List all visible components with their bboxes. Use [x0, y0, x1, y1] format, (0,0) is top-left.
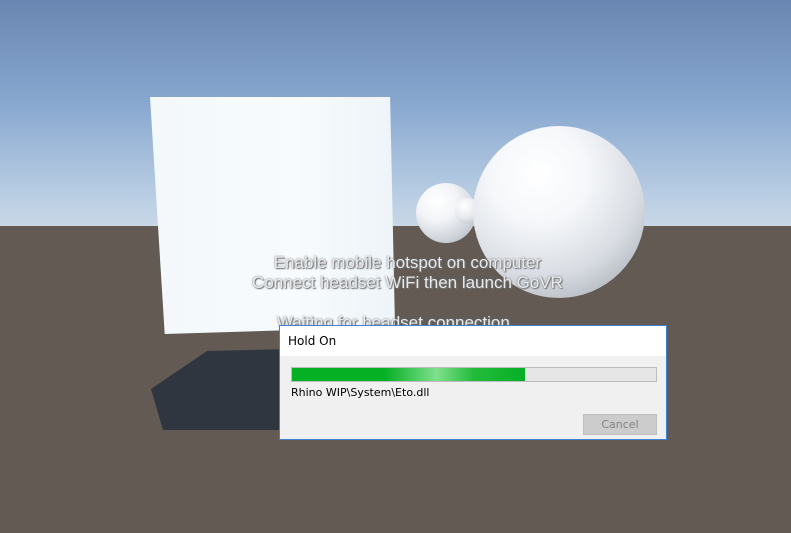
dialog-title: Hold On	[288, 334, 337, 348]
progress-bar	[291, 367, 657, 382]
instruction-connect: Connect headset WiFi then launch GoVR	[252, 273, 563, 292]
white-cube	[150, 97, 395, 334]
current-file-label: Rhino WIP\System\Eto.dll	[291, 386, 430, 399]
progress-bar-fill	[292, 368, 525, 381]
vr-scene-viewport: Enable mobile hotspot on computer Connec…	[0, 0, 791, 533]
instruction-hotspot: Enable mobile hotspot on computer	[273, 253, 542, 272]
hold-on-dialog: Hold On Rhino WIP\System\Eto.dll Cancel	[279, 325, 667, 440]
cancel-button[interactable]: Cancel	[583, 414, 657, 435]
dialog-titlebar[interactable]: Hold On	[280, 326, 666, 356]
